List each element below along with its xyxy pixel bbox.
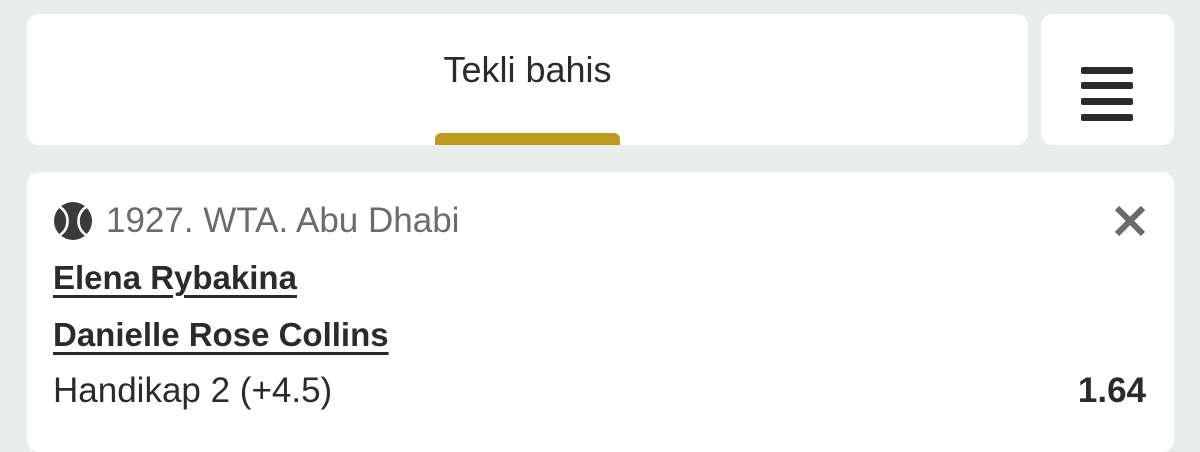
hamburger-menu-icon: [1081, 67, 1133, 121]
remove-bet-button[interactable]: [1110, 201, 1150, 241]
menu-button[interactable]: [1041, 14, 1174, 145]
team-1-link[interactable]: Elena Rybakina: [53, 259, 297, 297]
league-name: 1927. WTA. Abu Dhabi: [106, 201, 460, 240]
league-row: 1927. WTA. Abu Dhabi: [53, 199, 459, 243]
market-label: Handikap 2 (+4.5): [53, 371, 333, 410]
tennis-ball-icon: [54, 202, 92, 240]
close-icon: [1114, 205, 1146, 237]
odds-value: 1.64: [1077, 371, 1146, 410]
bet-type-tabs: Tekli bahis: [27, 14, 1028, 145]
tab-single-bet[interactable]: Tekli bahis: [27, 49, 1028, 91]
active-tab-indicator: [435, 133, 620, 145]
team-2-link[interactable]: Danielle Rose Collins: [53, 316, 389, 354]
bet-slip-item: 1927. WTA. Abu Dhabi Elena Rybakina Dani…: [27, 172, 1174, 452]
